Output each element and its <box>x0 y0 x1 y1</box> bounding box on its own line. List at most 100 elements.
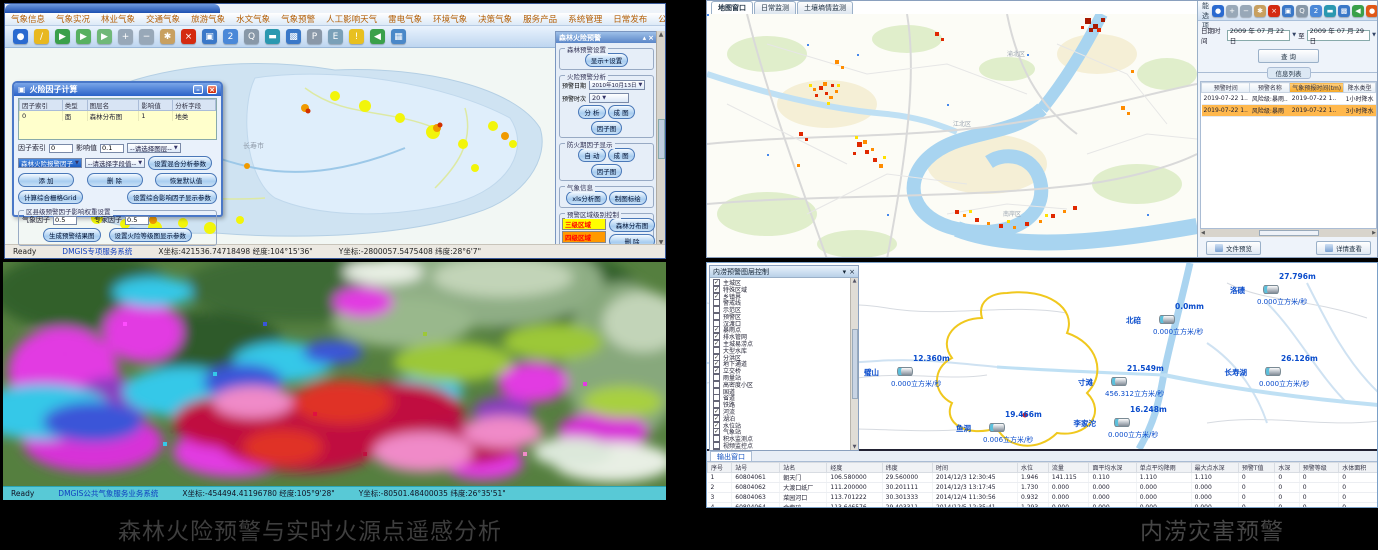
export-icon[interactable]: E <box>328 29 343 44</box>
checkbox[interactable] <box>713 449 720 450</box>
minimize-icon[interactable]: – <box>193 85 203 94</box>
weather-info-button[interactable]: xls分析图 <box>566 191 607 205</box>
analysis-button[interactable]: 分 析 <box>578 105 605 119</box>
layer-select[interactable]: --请选择图层--▼ <box>127 143 181 153</box>
restore-button[interactable]: 恢复默认值 <box>155 173 217 187</box>
globe-icon[interactable]: ● <box>1212 5 1224 17</box>
show-setting-button[interactable]: 显示+设置 <box>585 53 628 67</box>
select-arrow-icon[interactable]: ▶ <box>55 29 70 44</box>
image-icon[interactable]: ▬ <box>1324 5 1336 17</box>
close-icon[interactable]: × <box>849 268 855 276</box>
window-icon[interactable]: ▣ <box>202 29 217 44</box>
date-from-input[interactable]: 2009 年 07 月 22 日 <box>1227 30 1291 41</box>
zone-control-button[interactable]: 森林分布图 <box>609 218 655 232</box>
factor-select[interactable]: 森林火险报警因子▼ <box>18 158 82 168</box>
menu-item[interactable]: 日常发布 <box>613 13 647 25</box>
pin-icon[interactable]: ▴ <box>643 34 647 42</box>
table-row[interactable]: 2019-07-22 1..风险级:暴雨2019-07-22 1..3小时降水a… <box>1202 105 1378 117</box>
close-icon[interactable]: × <box>1268 5 1280 17</box>
layer-checkbox-item[interactable]: 水文测站 <box>713 449 848 450</box>
save-icon[interactable]: ▩ <box>1338 5 1350 17</box>
factor-display-button[interactable]: 成 图 <box>608 148 635 162</box>
expert-factor-input[interactable] <box>125 216 149 225</box>
vertical-scrollbar[interactable]: ▲▼ <box>850 278 858 450</box>
map-icon[interactable]: ▦ <box>391 29 406 44</box>
table-row[interactable]: 2019-07-22 1..风险级:暴雨..2019-07-22 1..1小时降… <box>1202 93 1378 105</box>
fire-remote-sensing-image[interactable] <box>3 262 666 486</box>
identify-icon[interactable]: Q <box>244 29 259 44</box>
delete-button[interactable]: 删 除 <box>87 173 143 187</box>
weather-info-button[interactable]: 制图标绘 <box>609 191 647 205</box>
warning-info-table[interactable]: 预警时间预警名称气象预报时间(tm)降水类型发布人2019-07-22 1..风… <box>1200 81 1377 229</box>
factor-index-input[interactable] <box>49 144 73 153</box>
layer-panel-titlebar[interactable]: 内涝预警图层控制 ▾ × <box>710 266 858 278</box>
field-select[interactable]: --请选择字段值--▼ <box>85 158 145 168</box>
panel-titlebar[interactable]: 森林火险预警 ▴ × <box>556 32 657 43</box>
menu-item[interactable]: 气象实况 <box>56 13 90 25</box>
station-data-table[interactable]: 序号站号站名经度纬度时间水位流量面平均水深单点平均降雨最大点水深预警T值水深预警… <box>707 462 1378 508</box>
generate-warning-button[interactable]: 生成预警结果图 <box>43 228 101 242</box>
city-street-map[interactable]: 渝北区 江北区 南岸区 <box>707 14 1197 258</box>
close-icon[interactable]: × <box>648 34 654 42</box>
measure-icon[interactable]: / <box>34 29 49 44</box>
window-titlebar[interactable] <box>5 4 220 13</box>
horizontal-scrollbar[interactable]: ◀▶ <box>1200 229 1377 237</box>
footer-button[interactable]: 详情查看 <box>1316 241 1371 255</box>
back-icon[interactable]: ◀ <box>370 29 385 44</box>
set-display-button[interactable]: 设置综合影响因子显示参数 <box>127 190 217 204</box>
menu-item[interactable]: 系统管理 <box>568 13 602 25</box>
stop-icon[interactable]: ● <box>1366 5 1378 17</box>
menu-item[interactable]: 气象信息 <box>11 13 45 25</box>
menu-item[interactable]: 林业气象 <box>101 13 135 25</box>
impact-input[interactable] <box>100 144 124 153</box>
menu-item[interactable]: 决策气象 <box>478 13 512 25</box>
close-icon[interactable]: × <box>181 29 196 44</box>
factor-display-button[interactable]: 自 动 <box>578 148 605 162</box>
table-row[interactable]: 160804061朝天门106.58000029.5600002014/12/3… <box>708 473 1378 483</box>
pan-hand-icon[interactable]: ✱ <box>1254 5 1266 17</box>
add-button[interactable]: 添 加 <box>18 173 74 187</box>
zoom-box-icon[interactable]: ▶ <box>97 29 112 44</box>
analysis-button[interactable]: 成 图 <box>608 105 635 119</box>
zoom-out-icon[interactable]: − <box>139 29 154 44</box>
factor-table[interactable]: 因子索引类型图层名影响值分析字段0面森林分布图1地类 <box>18 98 217 140</box>
date-to-dropdown-icon[interactable]: ▼ <box>1372 32 1376 38</box>
date-to-input[interactable]: 2009 年 07 月 29 日 <box>1307 30 1371 41</box>
tab[interactable]: 日常监测 <box>754 1 796 14</box>
identify-icon[interactable]: Q <box>1296 5 1308 17</box>
pan-hand-icon[interactable]: ✱ <box>160 29 175 44</box>
zoom-out-icon[interactable]: − <box>1240 5 1252 17</box>
picture-icon[interactable]: ▩ <box>286 29 301 44</box>
menu-item[interactable]: 交通气象 <box>146 13 180 25</box>
calc-grid-button[interactable]: 计算综合栅格Grid <box>18 190 83 204</box>
set-params-button[interactable]: 设置混合分析参数 <box>148 156 212 170</box>
tab[interactable]: 土壤墒情监测 <box>797 1 853 14</box>
set-level-display-button[interactable]: 设置火险等级图显示参数 <box>109 228 193 242</box>
flag-icon[interactable]: ! <box>349 29 364 44</box>
collapse-icon[interactable]: ▾ <box>843 268 847 276</box>
globe-icon[interactable]: ● <box>13 29 28 44</box>
window-icon[interactable]: ▣ <box>1282 5 1294 17</box>
menu-item[interactable]: 旅游气象 <box>191 13 225 25</box>
tab[interactable]: 地图窗口 <box>711 1 753 14</box>
table-row[interactable]: 0面森林分布图1地类 <box>20 111 216 122</box>
status-system-link[interactable]: DMGIS公共气象服务业务系统 <box>58 488 158 499</box>
print-icon[interactable]: P <box>307 29 322 44</box>
analysis-button[interactable]: 因子图 <box>591 121 623 135</box>
search-button[interactable]: 查 询 <box>1258 49 1319 63</box>
image-icon[interactable]: ▬ <box>265 29 280 44</box>
zoom-in-icon[interactable]: + <box>118 29 133 44</box>
output-window-tab[interactable]: 输出窗口 <box>710 451 752 461</box>
menu-item[interactable]: 水文气象 <box>236 13 270 25</box>
back-icon[interactable]: ◀ <box>1352 5 1364 17</box>
menu-item[interactable]: 气象预警 <box>281 13 315 25</box>
factor-display-button[interactable]: 因子图 <box>591 164 623 178</box>
table-row[interactable]: 460804064金紫碚113.64657629.4033112014/12/5… <box>708 503 1378 509</box>
table-row[interactable]: 360804063菜园河口113.70122230.3013332014/12/… <box>708 493 1378 503</box>
vertical-scrollbar[interactable]: ▲▼ <box>656 31 665 246</box>
date-from-dropdown-icon[interactable]: ▼ <box>1292 32 1296 38</box>
pan-arrow-icon[interactable]: ▶ <box>76 29 91 44</box>
menu-item[interactable]: 公共气象服务网 <box>658 13 666 25</box>
warn-time-select[interactable]: 20▼ <box>589 93 629 103</box>
menu-item[interactable]: 人工影响天气 <box>326 13 377 25</box>
